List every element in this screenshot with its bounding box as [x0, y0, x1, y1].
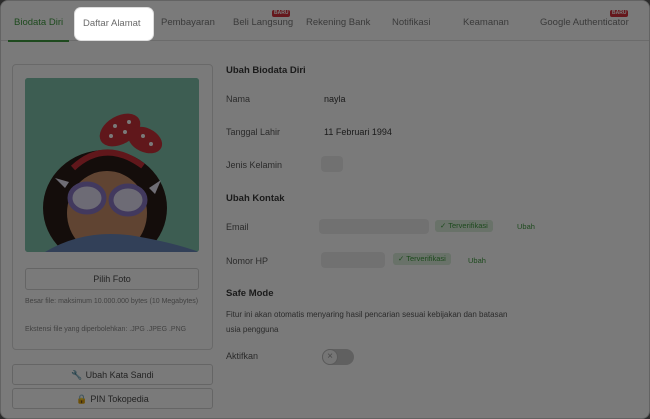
profile-photo-card: Pilih Foto Besar file: maksimum 10.000.0… — [12, 64, 213, 350]
email-verified-badge: ✓ Terverifikasi — [435, 220, 493, 232]
lock-icon: 🔒 — [76, 394, 88, 404]
tab-pembayaran[interactable]: Pembayaran — [161, 1, 215, 41]
new-badge-google-authenticator: BARU — [610, 10, 629, 17]
email-value-redacted — [319, 219, 429, 234]
phone-verified-badge: ✓ Terverifikasi — [393, 253, 451, 265]
pin-tokopedia-label: PIN Tokopedia — [90, 394, 149, 404]
enable-label: Aktifkan — [226, 351, 259, 361]
tab-daftar-alamat-highlight-label: Daftar Alamat — [83, 18, 141, 29]
name-label: Nama — [226, 94, 251, 104]
name-value: nayla — [324, 94, 346, 104]
contact-heading: Ubah Kontak — [226, 193, 285, 204]
tab-keamanan[interactable]: Keamanan — [463, 1, 509, 41]
biodata-heading: Ubah Biodata Diri — [226, 65, 306, 76]
tab-biodata-diri[interactable]: Biodata Diri — [7, 1, 70, 42]
tab-notifikasi[interactable]: Notifikasi — [392, 1, 431, 41]
choose-photo-button[interactable]: Pilih Foto — [25, 268, 199, 290]
profile-photo — [25, 78, 199, 252]
gender-value-redacted — [321, 156, 343, 172]
email-label: Email — [226, 222, 249, 232]
wrench-icon: 🔧 — [71, 370, 83, 380]
settings-window: Biodata Diri Daftar Alamat Pembayaran Be… — [0, 0, 650, 419]
dob-value: 11 Februari 1994 — [324, 127, 392, 137]
phone-value-redacted — [321, 252, 385, 268]
change-password-button[interactable]: 🔧 Ubah Kata Sandi — [12, 364, 213, 385]
phone-label: Nomor HP — [226, 256, 269, 266]
file-extension-hint: Ekstensi file yang diperbolehkan: .JPG .… — [25, 326, 187, 333]
gender-label: Jenis Kelamin — [226, 160, 283, 170]
email-change-link[interactable]: Ubah — [517, 222, 535, 231]
safe-mode-description: Fitur ini akan otomatis menyaring hasil … — [226, 310, 508, 334]
tab-beli-langsung[interactable]: Beli Langsung — [233, 1, 293, 41]
change-password-label: Ubah Kata Sandi — [85, 370, 154, 380]
pin-tokopedia-button[interactable]: 🔒 PIN Tokopedia — [12, 388, 213, 409]
safe-mode-toggle[interactable]: × — [322, 349, 354, 365]
safe-mode-heading: Safe Mode — [226, 288, 274, 299]
dob-label: Tanggal Lahir — [226, 127, 281, 137]
file-size-hint: Besar file: maksimum 10.000.000 bytes (1… — [25, 298, 199, 305]
tab-rekening-bank[interactable]: Rekening Bank — [306, 1, 370, 41]
close-icon: × — [322, 349, 338, 365]
new-badge-beli-langsung: BARU — [272, 10, 291, 17]
tab-google-authenticator[interactable]: Google Authenticator — [540, 1, 629, 41]
phone-change-link[interactable]: Ubah — [468, 256, 486, 265]
tab-daftar-alamat-highlight[interactable]: Daftar Alamat — [75, 8, 153, 40]
